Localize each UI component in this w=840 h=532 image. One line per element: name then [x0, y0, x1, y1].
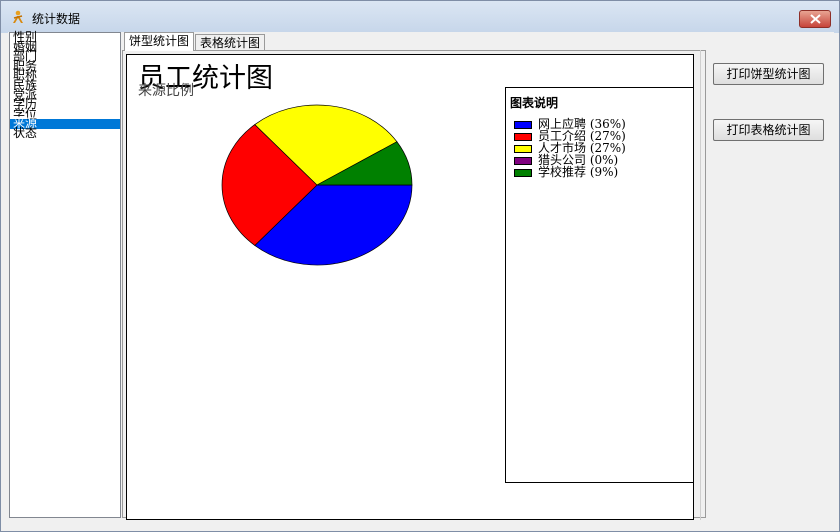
category-list[interactable]: 性别 婚姻 部门 职务 职称 民族 党派 学历 学位 来源 状态: [9, 31, 121, 518]
tab-label: 表格统计图: [200, 36, 261, 50]
print-pie-chart-button[interactable]: 打印饼型统计图: [713, 63, 824, 85]
category-item[interactable]: 状态: [10, 127, 120, 139]
legend-swatch: [514, 144, 532, 153]
tab-table-chart[interactable]: 表格统计图: [195, 34, 266, 51]
legend-swatch: [514, 132, 532, 141]
main-window: 统计数据 性别 婚姻 部门 职务 职称 民族 党派 学历 学位 来源 状态 饼型统计图 表格统计图 …: [0, 0, 840, 532]
chart-canvas: 员工统计图 来源比例 图表说明 网上应聘 (36%) 员工介绍 (27%) 人才市场…: [126, 54, 694, 520]
legend-swatch: [514, 120, 532, 129]
legend-title: 图表说明: [510, 96, 559, 110]
divider: [700, 50, 701, 520]
window-title: 统计数据: [32, 12, 81, 26]
print-table-chart-button[interactable]: 打印表格统计图: [713, 119, 824, 141]
chart-legend: 图表说明 网上应聘 (36%) 员工介绍 (27%) 人才市场 (27%) 猎头公司 …: [505, 87, 693, 483]
legend-item: 学校推荐 (9%): [514, 166, 618, 178]
tab-panel: 员工统计图 来源比例 图表说明 网上应聘 (36%) 员工介绍 (27%) 人才市场…: [122, 50, 706, 520]
tab-pie-chart[interactable]: 饼型统计图: [124, 32, 195, 51]
app-person-icon: [13, 10, 23, 23]
legend-label: 学校推荐 (9%): [538, 165, 619, 179]
client-area: 性别 婚姻 部门 职务 职称 民族 党派 学历 学位 来源 状态 饼型统计图 表格统计图 员工统计图…: [8, 31, 834, 526]
title-bar[interactable]: 统计数据: [1, 1, 839, 33]
close-icon: [810, 14, 821, 24]
legend-swatch: [514, 156, 532, 165]
legend-swatch: [514, 168, 532, 177]
close-button[interactable]: [799, 10, 831, 28]
pie-chart: [221, 104, 413, 266]
tab-label: 饼型统计图: [129, 34, 190, 48]
